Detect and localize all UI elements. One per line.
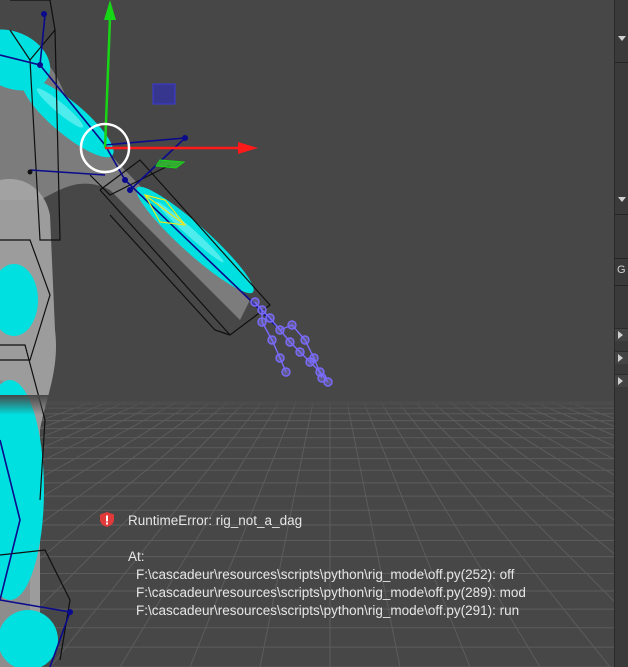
expand-arrow-icon[interactable] bbox=[618, 331, 623, 339]
panel-row[interactable] bbox=[615, 374, 628, 387]
panel-collapse-arrow-icon[interactable] bbox=[618, 36, 626, 41]
gizmo-xy-plane-handle[interactable] bbox=[152, 83, 176, 105]
panel-divider bbox=[615, 285, 628, 286]
floor-fade bbox=[0, 395, 614, 415]
error-shield-icon bbox=[100, 512, 114, 529]
panel-divider bbox=[615, 62, 628, 63]
panel-row[interactable] bbox=[615, 328, 628, 341]
panel-header-letter: G bbox=[617, 264, 626, 276]
error-title: RuntimeError: rig_not_a_dag bbox=[128, 513, 303, 528]
expand-arrow-icon[interactable] bbox=[618, 377, 623, 385]
panel-collapse-arrow-icon[interactable] bbox=[618, 197, 626, 202]
right-side-panel[interactable]: G bbox=[614, 0, 628, 667]
gizmo-xz-plane-handle[interactable] bbox=[155, 159, 186, 169]
error-title-row: RuntimeError: rig_not_a_dag bbox=[100, 512, 600, 530]
trace-line-2: F:\cascadeur\resources\scripts\python\ri… bbox=[136, 585, 526, 600]
panel-divider bbox=[615, 214, 628, 215]
trace-line-3: F:\cascadeur\resources\scripts\python\ri… bbox=[136, 603, 520, 618]
trace-line-1: F:\cascadeur\resources\scripts\python\ri… bbox=[136, 567, 515, 582]
hand-controllers bbox=[250, 297, 333, 387]
gizmo-y-axis[interactable] bbox=[103, 17, 112, 149]
error-message: RuntimeError: rig_not_a_dag At: F:\casca… bbox=[100, 512, 600, 620]
panel-row[interactable] bbox=[615, 351, 628, 364]
error-at-label: At: bbox=[128, 549, 145, 564]
panel-divider bbox=[615, 258, 628, 259]
3d-viewport[interactable]: RuntimeError: rig_not_a_dag At: F:\casca… bbox=[0, 0, 614, 667]
gizmo-y-arrow-icon[interactable] bbox=[104, 0, 116, 20]
gizmo-x-arrow-icon[interactable] bbox=[238, 142, 258, 154]
expand-arrow-icon[interactable] bbox=[618, 354, 623, 362]
